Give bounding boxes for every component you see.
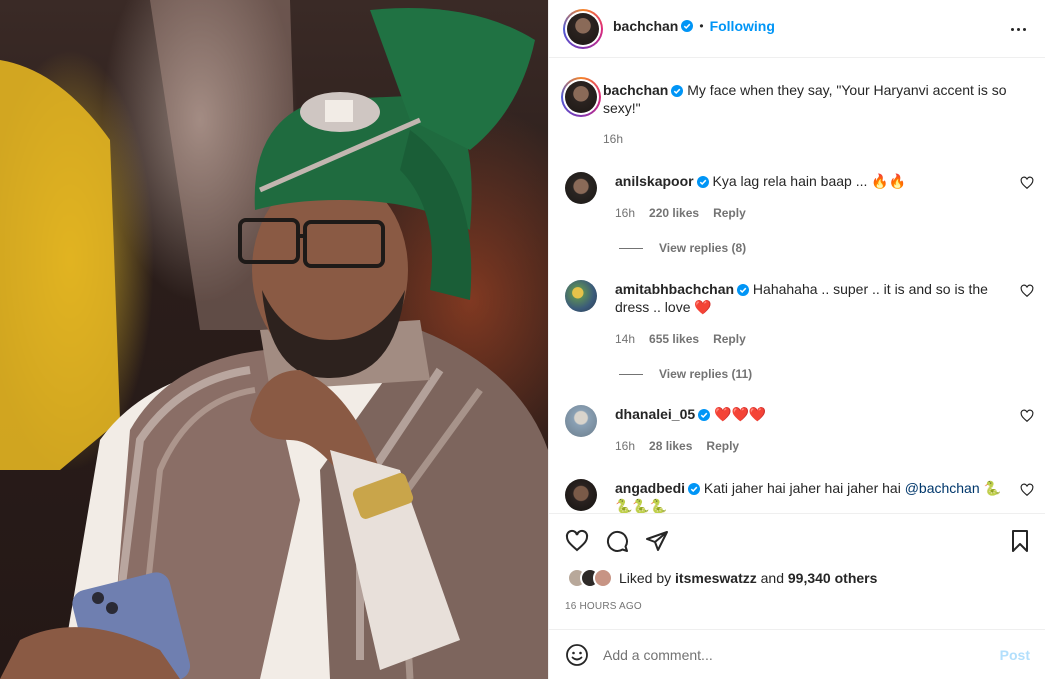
author-avatar[interactable]: [563, 9, 603, 49]
emoji-smiley-icon[interactable]: [565, 643, 589, 667]
commenter-username[interactable]: dhanalei_05: [615, 406, 695, 422]
comment-text: Kati jaher hai jaher hai jaher hai: [703, 480, 905, 496]
commenter-avatar[interactable]: [565, 280, 597, 312]
caption-time[interactable]: 16h: [603, 132, 623, 146]
following-button[interactable]: Following: [710, 18, 775, 34]
commenter-username[interactable]: amitabhbachchan: [615, 281, 734, 297]
comment-time[interactable]: 16h: [615, 439, 635, 453]
liker-avatars: [567, 568, 613, 588]
verified-badge-icon: [698, 409, 711, 421]
liker-avatar: [593, 568, 613, 588]
post-details-panel: bachchan • Following bachchan My face wh…: [548, 0, 1045, 679]
reply-button[interactable]: Reply: [713, 206, 746, 220]
verified-badge-icon: [688, 483, 701, 495]
photo-illustration: [0, 0, 548, 679]
post-timestamp[interactable]: 16 HOURS AGO: [565, 601, 642, 612]
like-comment-heart-icon[interactable]: [1020, 483, 1034, 497]
likes-summary: Liked by itsmeswatzz and 99,340 others: [567, 568, 877, 588]
view-replies-button[interactable]: View replies (8): [619, 241, 746, 255]
add-comment-input[interactable]: [603, 643, 983, 667]
comment-meta: 14h 655 likes Reply: [615, 332, 746, 346]
caption-username[interactable]: bachchan: [603, 82, 668, 98]
caption: bachchan My face when they say, "Your Ha…: [603, 81, 1023, 117]
likes-text: Liked by itsmeswatzz and 99,340 others: [619, 570, 878, 586]
post-comment-button[interactable]: Post: [1000, 647, 1030, 663]
comments-list[interactable]: bachchan My face when they say, "Your Ha…: [549, 59, 1045, 513]
reply-button[interactable]: Reply: [706, 439, 739, 453]
like-heart-icon[interactable]: [565, 529, 589, 553]
comment-time[interactable]: 16h: [615, 206, 635, 220]
comment-likes[interactable]: 655 likes: [649, 332, 699, 346]
more-options-icon[interactable]: [1006, 17, 1030, 41]
verified-badge-icon: [737, 284, 750, 296]
post-photo[interactable]: [0, 0, 548, 679]
comment-meta: 16h 28 likes Reply: [615, 439, 739, 453]
verified-badge-icon: [671, 85, 684, 97]
author-username[interactable]: bachchan: [613, 18, 678, 34]
comment-text: ❤️❤️❤️: [714, 406, 767, 422]
comment-meta: 16h 220 likes Reply: [615, 206, 746, 220]
verified-badge-icon: [696, 176, 709, 188]
reply-button[interactable]: Reply: [713, 332, 746, 346]
like-comment-heart-icon[interactable]: [1020, 284, 1034, 298]
like-comment-heart-icon[interactable]: [1020, 409, 1034, 423]
commenter-username[interactable]: anilskapoor: [615, 173, 694, 189]
caption-author-avatar[interactable]: [561, 77, 601, 117]
view-replies-button[interactable]: View replies (11): [619, 367, 752, 381]
commenter-username[interactable]: angadbedi: [615, 480, 685, 496]
comment-text: Kya lag rela hain baap ... 🔥🔥: [712, 173, 907, 189]
add-comment-bar: Post: [549, 629, 1045, 679]
commenter-avatar[interactable]: [565, 172, 597, 204]
mention-link[interactable]: @bachchan: [905, 480, 980, 496]
comment-time[interactable]: 14h: [615, 332, 635, 346]
separator-dot: •: [699, 19, 704, 33]
comment-likes[interactable]: 220 likes: [649, 206, 699, 220]
likes-count[interactable]: 99,340 others: [788, 570, 878, 586]
comment-bubble-icon[interactable]: [605, 529, 629, 553]
like-comment-heart-icon[interactable]: [1020, 176, 1034, 190]
commenter-avatar[interactable]: [565, 479, 597, 511]
share-paper-plane-icon[interactable]: [645, 529, 669, 553]
commenter-avatar[interactable]: [565, 405, 597, 437]
post-header: bachchan • Following: [549, 0, 1045, 58]
save-bookmark-icon[interactable]: [1008, 529, 1032, 553]
liker-username[interactable]: itsmeswatzz: [675, 570, 757, 586]
post-actions: Liked by itsmeswatzz and 99,340 others 1…: [549, 513, 1045, 629]
comment-likes[interactable]: 28 likes: [649, 439, 692, 453]
verified-badge-icon: [681, 20, 694, 32]
